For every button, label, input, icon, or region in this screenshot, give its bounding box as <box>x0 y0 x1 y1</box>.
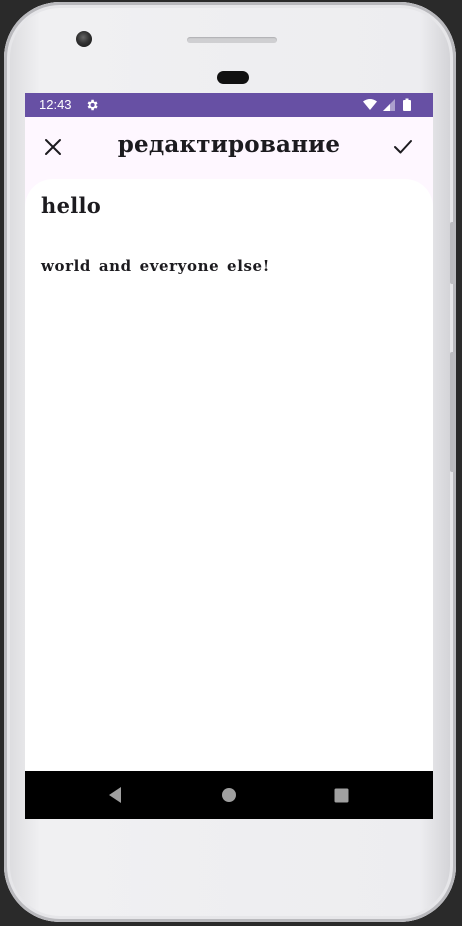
app-bar: редактирование <box>25 117 433 179</box>
page-title: редактирование <box>117 131 341 158</box>
check-icon <box>394 140 412 154</box>
note-body-field[interactable]: world and everyone else! <box>41 257 270 275</box>
gear-icon <box>87 99 98 111</box>
earpiece-speaker <box>187 37 277 43</box>
front-camera <box>76 31 92 47</box>
back-icon <box>109 787 121 803</box>
volume-button <box>450 352 456 472</box>
note-title-field[interactable]: hello <box>41 193 101 218</box>
proximity-sensor <box>217 71 249 84</box>
navigation-bar <box>25 771 433 819</box>
status-bar: 12:43 <box>25 93 433 117</box>
home-button[interactable] <box>219 785 239 805</box>
save-button[interactable] <box>387 131 419 163</box>
wifi-icon <box>363 99 377 110</box>
device-screen: 12:43 редактирование hello world and eve… <box>25 93 433 819</box>
battery-icon <box>403 98 411 111</box>
status-indicators <box>363 98 411 111</box>
back-button[interactable] <box>105 785 125 805</box>
home-icon <box>222 788 236 802</box>
recents-icon <box>334 788 348 802</box>
note-editor: hello world and everyone else! <box>25 179 433 771</box>
power-button <box>450 222 456 284</box>
status-time: 12:43 <box>39 97 72 112</box>
signal-icon <box>383 99 395 111</box>
recents-button[interactable] <box>331 785 351 805</box>
